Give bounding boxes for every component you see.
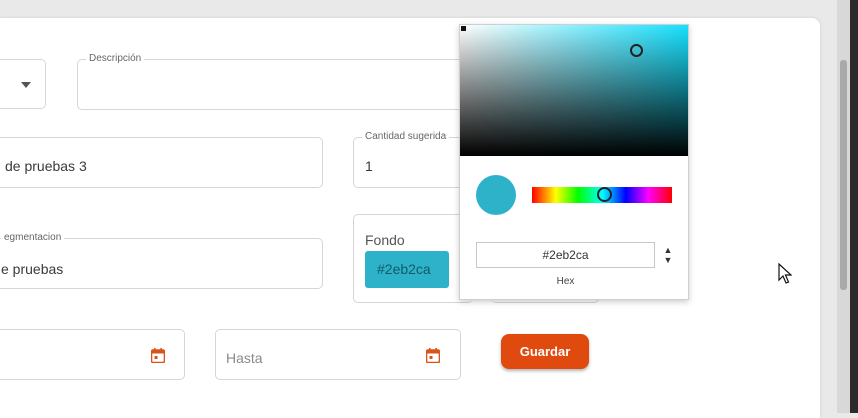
cantidad-label: Cantidad sugerida [362,131,450,142]
guardar-button[interactable]: Guardar [501,334,589,369]
desde-date-field[interactable] [0,329,185,380]
color-picker-popover: ▲▼ Hex [459,24,689,300]
hex-input[interactable] [476,242,655,268]
saturation-handle[interactable] [630,44,643,57]
saturation-corner-marker [461,26,466,31]
segmentacion-label: egmentacion [1,232,65,243]
calendar-icon[interactable] [426,348,440,363]
cantidad-field[interactable]: Cantidad sugerida 1 [353,131,473,188]
color-preview-swatch [476,175,516,215]
nombre-value: de pruebas 3 [5,158,87,174]
mouse-pointer-icon [778,263,792,284]
hasta-placeholder: Hasta [226,350,263,366]
fondo-color-value: #2eb2ca [377,261,431,277]
cantidad-value: 1 [365,158,373,174]
saturation-area[interactable] [460,25,688,156]
fondo-color-button[interactable]: #2eb2ca [365,251,449,288]
window-edge [850,0,858,413]
calendar-icon[interactable] [151,348,165,363]
nombre-field[interactable]: de pruebas 3 [0,137,323,188]
segmentacion-value: e pruebas [1,261,64,277]
hasta-date-field[interactable]: Hasta [215,329,461,380]
hex-format-label: Hex [556,276,575,287]
format-toggle-icon[interactable]: ▲ ▼ [663,245,673,267]
descripcion-label: Descripción [86,53,145,64]
hue-handle[interactable] [597,187,612,202]
segmentacion-field[interactable]: egmentacion e pruebas [0,232,323,289]
chevron-down-icon [21,82,31,88]
fondo-label: Fondo [365,232,405,248]
category-select[interactable] [0,59,46,109]
descripcion-field[interactable]: Descripción [77,53,467,110]
scrollbar-thumb[interactable] [840,60,847,290]
